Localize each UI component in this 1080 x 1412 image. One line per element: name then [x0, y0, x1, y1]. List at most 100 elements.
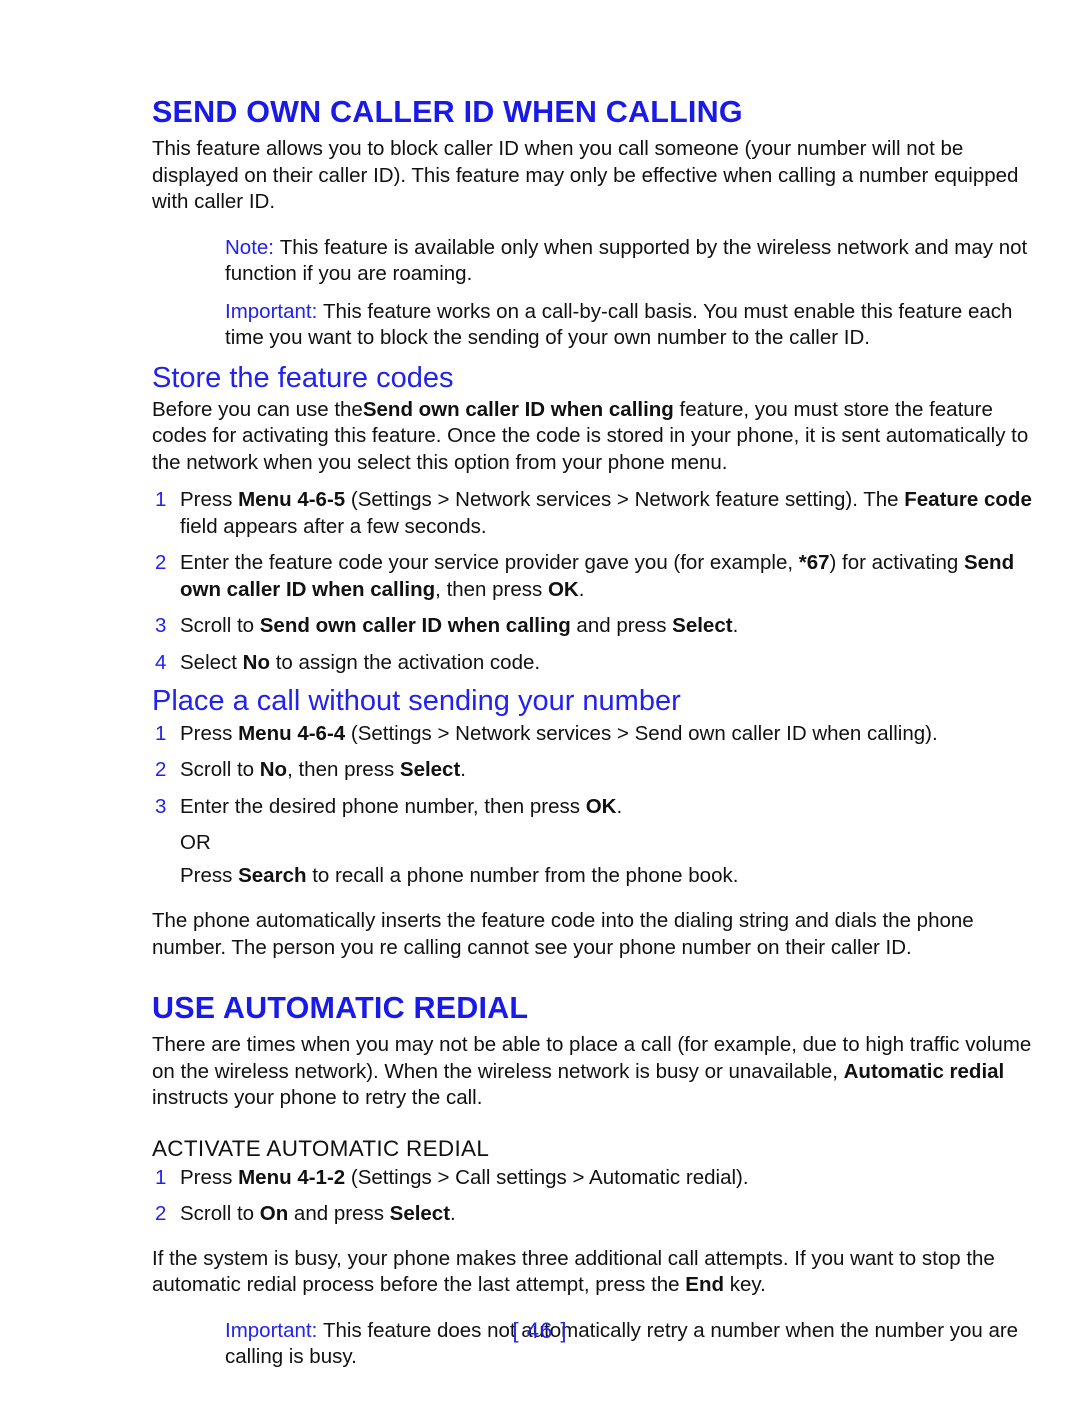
- list-item-number: 1: [155, 488, 167, 512]
- list-item-bold-run: Menu 4-6-5: [238, 488, 346, 512]
- closing-a: If the system is busy, your phone makes …: [152, 1246, 995, 1297]
- list-item-bold-run: Menu 4-1-2: [238, 1165, 346, 1189]
- list-item-bold-run: Select: [672, 614, 733, 638]
- list-item-text-run: Scroll to: [180, 758, 260, 782]
- intro-paragraph: This feature allows you to block caller …: [152, 137, 1019, 214]
- list-item-text-run: (Settings > Network services > Send own …: [345, 721, 926, 745]
- list-item-bold-run: Menu 4-6-4: [238, 721, 346, 745]
- list-item-bold-run: Select: [389, 1202, 451, 1226]
- place-call-step-list: 1 Press Menu 4-6-4 (Settings > Network se…: [152, 721, 1047, 821]
- list-item: 2 Scroll to No, then press Select.: [152, 757, 1047, 784]
- closing-b: key.: [724, 1273, 766, 1297]
- heading-store-the-feature-codes: Store the feature codes: [152, 361, 454, 394]
- list-item-number: 2: [155, 1202, 167, 1226]
- or-b: to recall a phone number from the phone …: [306, 863, 739, 887]
- list-item-bold-run: OK: [585, 794, 617, 818]
- list-item: 1 Press Menu 4-1-2 (Settings > Call setti…: [152, 1165, 1047, 1192]
- auto-redial-closing: If the system is busy, your phone makes …: [152, 1246, 1047, 1299]
- auto-intro-b: instructs your phone to retry the call.: [152, 1086, 483, 1110]
- page-content: SEND OWN CALLER ID WHEN CALLING This fea…: [152, 96, 1047, 1382]
- note-label: Note:: [225, 235, 274, 259]
- list-item-text-run: .: [460, 758, 466, 782]
- important-label: Important:: [225, 299, 318, 323]
- list-item-text-run: Enter the desired phone number, then pre…: [180, 794, 586, 818]
- list-item-text-run: Select: [180, 650, 243, 674]
- list-item-text-run: and press: [288, 1202, 390, 1226]
- list-item-text-run: Press: [180, 1165, 239, 1189]
- list-item-bold-run: *67: [798, 551, 830, 575]
- list-item-text-run: field appears after a few seconds.: [180, 514, 487, 538]
- note-block: Note: This feature is available only whe…: [225, 235, 1047, 352]
- list-item-text-run: to assign the activation code.: [270, 650, 541, 674]
- or-a: Press: [180, 863, 239, 887]
- important-text: This feature works on a call-by-call bas…: [225, 299, 1013, 350]
- heading-activate-automatic-redial: ACTIVATE AUTOMATIC REDIAL: [152, 1135, 490, 1161]
- store-intro-bold: Send own caller ID when calling: [362, 397, 674, 421]
- auto-intro-bold: Automatic redial: [843, 1059, 1005, 1083]
- list-item-number: 3: [155, 794, 167, 818]
- list-item: 2 Enter the feature code your service pro…: [152, 550, 1047, 603]
- list-item-bold-run: OK: [547, 577, 579, 601]
- page-title-send-own-caller-id: SEND OWN CALLER ID WHEN CALLING: [152, 95, 743, 129]
- list-item-text-run: , then press: [435, 577, 548, 601]
- list-item-text-run: (Settings > Network services > Network f…: [345, 488, 846, 512]
- list-item-text-run: Scroll to: [180, 1202, 260, 1226]
- list-item-text-run: Press: [180, 488, 239, 512]
- list-item-text-run: .: [616, 794, 623, 818]
- list-item: 4 Select No to assign the activation code…: [152, 650, 1047, 677]
- list-item-text-run: ).: [736, 1165, 749, 1189]
- store-intro-a: Before you can use the: [152, 397, 363, 421]
- list-item-text-run: .: [450, 1202, 456, 1226]
- document-page: SEND OWN CALLER ID WHEN CALLING This fea…: [0, 0, 1080, 1412]
- or-label: OR: [180, 831, 211, 855]
- list-item-text-run: ) for activating: [829, 551, 964, 575]
- list-item-text-run: Press: [180, 721, 239, 745]
- list-item-number: 4: [155, 650, 167, 674]
- list-item: 1 Press Menu 4-6-4 (Settings > Network se…: [152, 721, 1047, 748]
- or-group: OR Press Search to recall a phone number…: [152, 830, 1047, 889]
- note-paragraph: Note: This feature is available only whe…: [225, 235, 1047, 288]
- heading-place-a-call: Place a call without sending your number: [152, 685, 681, 718]
- store-codes-intro: Before you can use theSend own caller ID…: [152, 397, 1047, 477]
- important-paragraph: Important: This feature works on a call-…: [225, 299, 1047, 352]
- list-item-bold-run: No: [259, 758, 288, 782]
- list-item-number: 1: [155, 721, 167, 745]
- page-title-use-automatic-redial: USE AUTOMATIC REDIAL: [152, 991, 529, 1026]
- list-item-bold-run: On: [259, 1202, 289, 1226]
- store-codes-step-list: 1 Press Menu 4-6-5 (Settings > Network se…: [152, 487, 1047, 676]
- list-item-text-run: , then press: [287, 758, 400, 782]
- auto-redial-step-list: 1 Press Menu 4-1-2 (Settings > Call setti…: [152, 1165, 1047, 1228]
- list-item-number: 2: [155, 758, 167, 782]
- list-item: 1 Press Menu 4-6-5 (Settings > Network se…: [152, 487, 1047, 540]
- list-item: 2 Scroll to On and press Select.: [152, 1201, 1047, 1228]
- list-item-bold-run: Select: [399, 758, 461, 782]
- place-call-closing: The phone automatically inserts the feat…: [152, 909, 974, 959]
- page-number-footer: [ 46 ]: [512, 1318, 568, 1343]
- list-item-number: 1: [155, 1165, 167, 1189]
- list-item-number: 3: [155, 614, 167, 638]
- list-item-text-run: (Settings > Call settings > Automatic re…: [345, 1165, 737, 1189]
- list-item-text-run: and press: [570, 614, 673, 638]
- list-item-text-run: . The: [852, 488, 905, 512]
- list-item-bold-run: No: [242, 650, 270, 674]
- list-item-text-run: .: [732, 614, 739, 638]
- list-item: 3 Scroll to Send own caller ID when calli…: [152, 613, 1047, 640]
- list-item: 3 Enter the desired phone number, then pr…: [152, 794, 1047, 821]
- or-bold-search: Search: [238, 863, 307, 887]
- list-item-text-run: Scroll to: [180, 614, 260, 638]
- list-item-bold-run: Send own caller ID when calling: [259, 614, 571, 638]
- list-item-bold-run: Feature code: [904, 488, 1032, 512]
- auto-redial-intro: There are times when you may not be able…: [152, 1032, 1047, 1112]
- closing-bold-end: End: [685, 1273, 724, 1297]
- list-item-number: 2: [155, 551, 167, 575]
- list-item-text-run: ).: [925, 721, 938, 745]
- or-search-line: Press Search to recall a phone number fr…: [180, 863, 1047, 890]
- note-text: This feature is available only when supp…: [225, 235, 1028, 286]
- list-item-text-run: .: [578, 577, 585, 601]
